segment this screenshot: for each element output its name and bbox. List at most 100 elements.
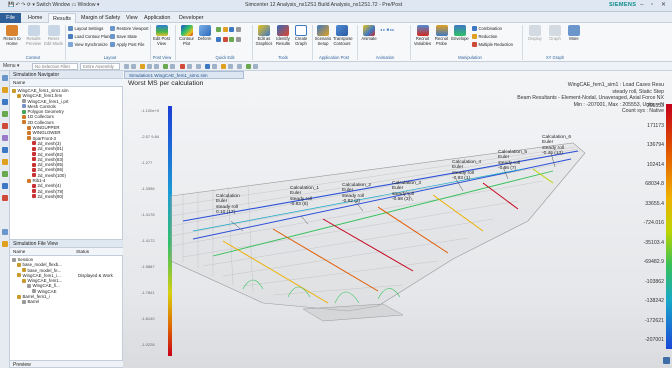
file-view-header: Simulation File View <box>10 240 123 248</box>
history-icon[interactable] <box>2 123 8 129</box>
fit-icon[interactable] <box>147 64 152 69</box>
group-separator <box>357 25 358 60</box>
tree-item[interactable]: 2d_mesh(80) <box>12 194 69 199</box>
tab-home[interactable]: Home <box>24 13 46 23</box>
tab-file[interactable]: File <box>0 13 21 23</box>
simulation-file-view-icon[interactable] <box>2 229 8 235</box>
tree-item-label: WingCAE_fem1.fem <box>22 93 63 99</box>
navigator-column-header[interactable]: Name <box>10 79 123 87</box>
load-contour-plans-button[interactable]: Load Contour Plans <box>68 34 112 39</box>
multiple-reduction-button[interactable]: Multiple Reduction <box>472 42 513 47</box>
save-state-button[interactable]: Save State <box>110 34 137 39</box>
assembly-filter-dropdown[interactable]: Entire Assembly <box>80 63 120 70</box>
manufacturing-wizard-icon[interactable] <box>2 195 8 201</box>
edit-as-graphics-button[interactable]: Edit as Graphics <box>255 25 273 46</box>
tab-developer[interactable]: Developer <box>175 13 208 23</box>
window-controls[interactable]: ‒ ▫ ✕ <box>640 1 669 8</box>
section-icon[interactable] <box>170 64 175 69</box>
navigator-icon[interactable] <box>2 75 8 81</box>
animation-controls[interactable]: ◂ ▸ ■ ▸▸ <box>380 27 394 32</box>
graph-window-icon <box>549 25 561 36</box>
roles-icon[interactable] <box>2 135 8 141</box>
graph-button[interactable]: Graph <box>546 25 564 42</box>
camera-icon[interactable] <box>212 64 217 69</box>
web-browser-icon[interactable] <box>2 147 8 153</box>
scenario-icon <box>317 25 329 36</box>
file-view-row[interactable]: Barrel <box>12 299 122 304</box>
contour-plot-button[interactable]: Contour Plot <box>178 25 195 46</box>
layer-icon[interactable] <box>205 64 210 69</box>
assembly-icon[interactable] <box>2 99 8 105</box>
edit-post-view-button[interactable]: Edit Post View <box>153 25 170 46</box>
reuse-library-icon[interactable] <box>2 111 8 117</box>
triad-icon[interactable] <box>237 64 242 69</box>
tree-item-label: WingCAE_fem1_sim1.sim <box>17 88 69 93</box>
select-icon[interactable] <box>131 64 136 69</box>
callout-calculation-2: Calculation_2 Euler steady roll -0.82 (2) <box>342 183 372 205</box>
light-icon[interactable] <box>221 64 226 69</box>
return-to-home-button[interactable]: Return to Home <box>2 25 22 46</box>
deform-button[interactable]: Deform <box>196 25 213 42</box>
tree-node-icon <box>17 294 21 299</box>
measure-icon[interactable] <box>253 64 258 69</box>
post-view-icon <box>155 25 168 36</box>
view-triad-icon[interactable] <box>663 357 670 364</box>
grid-icon[interactable] <box>246 64 251 69</box>
more-button[interactable]: More <box>566 25 582 42</box>
create-graph-button[interactable]: Create Graph <box>293 25 309 46</box>
tree-node-icon <box>32 157 36 162</box>
layout-settings-button[interactable]: Layout Settings <box>68 26 103 31</box>
group-label-manipulation: Manipulation <box>458 55 482 60</box>
column-status[interactable]: Status <box>76 248 89 256</box>
tree-node-icon <box>32 152 36 157</box>
restore-viewport-button[interactable]: Restore Viewport <box>110 26 149 31</box>
display-button[interactable]: Display <box>526 25 544 42</box>
apply-post-file-button[interactable]: Apply Post File <box>110 42 144 47</box>
transpose-contours-button[interactable]: Transpose Contours <box>333 25 353 46</box>
tab-results[interactable]: Results <box>48 13 76 23</box>
quick-access-toolbar[interactable]: 💾 ↶ ↷ ⟳ ▾ Switch Window ▭ Window ▾ <box>8 2 99 8</box>
clip-icon[interactable] <box>196 64 201 69</box>
column-name[interactable]: Name <box>13 249 25 254</box>
part-navigator-icon[interactable] <box>2 87 8 93</box>
group-label-animation: Animation <box>375 55 395 60</box>
render-icon[interactable] <box>163 64 168 69</box>
orient-icon[interactable] <box>187 64 192 69</box>
quick-edit-tools-row2[interactable] <box>216 37 242 42</box>
tab-view[interactable]: View <box>122 13 142 23</box>
snap-icon[interactable] <box>124 64 129 69</box>
preview-section[interactable]: Preview <box>10 360 123 368</box>
navigator-tree: WingCAE_fem1_sim1.sim WingCAE_fem1.fem Win… <box>12 88 69 199</box>
system-materials-icon[interactable] <box>2 171 8 177</box>
animate-button[interactable]: Animate <box>360 25 378 42</box>
tree-node-icon <box>12 257 16 262</box>
recruit-probe-button[interactable]: Recruit Probe <box>433 25 450 46</box>
tab-application[interactable]: Application <box>140 13 174 23</box>
brand-logo: SIEMENS <box>609 2 637 8</box>
reduction-button[interactable]: Reduction <box>472 34 497 39</box>
tree-item-label: SparFront-3 <box>32 135 56 141</box>
combination-button[interactable]: Combination <box>472 26 502 31</box>
recruit-variables-button[interactable]: Recruit Variables <box>413 25 432 46</box>
view-synchronize-button[interactable]: View Synchronize <box>68 42 108 47</box>
rotate-icon[interactable] <box>154 64 159 69</box>
scenario-setup-button[interactable]: Scenario Setup <box>314 25 332 46</box>
wing-model[interactable] <box>123 71 672 368</box>
contour-plot-icon <box>180 25 193 36</box>
reset-edit-mode-button[interactable]: Reset Edit Mode <box>44 25 63 46</box>
display-mode-icon[interactable] <box>180 64 185 69</box>
palette-icon[interactable] <box>2 159 8 165</box>
tree-item-label: WingCAE <box>37 288 57 294</box>
selection-filter-dropdown[interactable]: No Selection Filter <box>32 63 78 70</box>
results-icon[interactable] <box>2 241 8 247</box>
results-preview-button[interactable]: Results Preview <box>24 25 43 46</box>
process-studio-icon[interactable] <box>2 183 8 189</box>
tab-margin-of-safety[interactable]: Margin of Safety <box>77 13 124 23</box>
identify-results-button[interactable]: Identify Results <box>274 25 292 46</box>
background-icon[interactable] <box>228 64 233 69</box>
menu-button[interactable]: Menu ▾ <box>3 63 19 69</box>
envelope-button[interactable]: Envelope <box>451 25 469 42</box>
tree-node-icon <box>22 114 26 119</box>
quick-edit-tools[interactable] <box>216 27 242 32</box>
view-icon[interactable] <box>140 64 145 69</box>
